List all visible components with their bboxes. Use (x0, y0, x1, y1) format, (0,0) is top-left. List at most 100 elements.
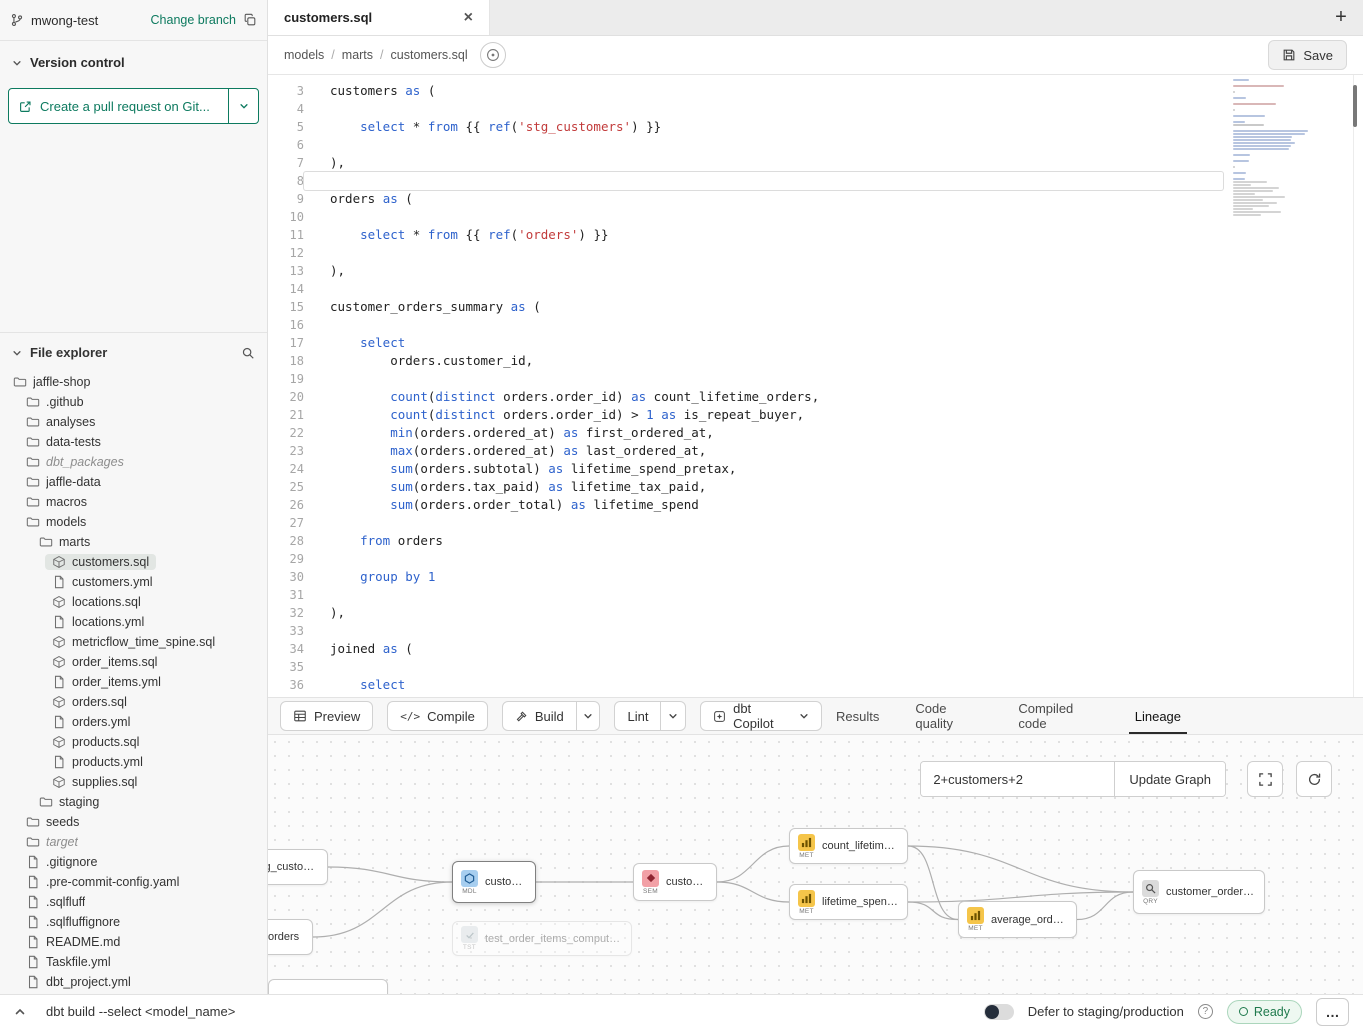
file-tree-item[interactable]: Taskfile.yml (0, 952, 267, 972)
file-tree-item[interactable]: data-tests (0, 432, 267, 452)
build-dropdown[interactable] (577, 702, 600, 730)
panel-tab-code-quality[interactable]: Code quality (915, 698, 982, 734)
file-tree-item[interactable]: README.md (0, 932, 267, 952)
code-line[interactable]: 8 (268, 172, 1363, 190)
code-line[interactable]: 20 count(distinct orders.order_id) as co… (268, 388, 1363, 406)
lint-button[interactable]: Lint (615, 702, 661, 730)
chevron-down-icon[interactable] (12, 348, 22, 358)
change-branch-link[interactable]: Change branch (151, 13, 236, 27)
file-tree-item[interactable]: jaffle-shop (0, 372, 267, 392)
file-tree-item[interactable]: products.yml (0, 752, 267, 772)
copilot-button[interactable]: dbt Copilot (700, 701, 822, 731)
file-tree-item[interactable]: customers.sql (0, 552, 267, 572)
lineage-node-test_node[interactable]: TSTtest_order_items_compute_to_bools... (452, 921, 632, 956)
lineage-node-customers_sem[interactable]: SEMcustomers (633, 863, 717, 901)
lineage-selector-input[interactable] (921, 762, 1115, 796)
new-tab-button[interactable]: + (1319, 0, 1363, 35)
close-icon[interactable]: × (464, 10, 473, 26)
more-menu-button[interactable]: … (1316, 998, 1349, 1026)
code-line[interactable]: 3customers as ( (268, 82, 1363, 100)
code-line[interactable]: 11 select * from {{ ref('orders') }} (268, 226, 1363, 244)
code-line[interactable]: 34joined as ( (268, 640, 1363, 658)
file-tree-item[interactable]: models (0, 512, 267, 532)
refresh-button[interactable] (1296, 761, 1332, 797)
copy-icon[interactable] (243, 13, 257, 27)
code-line[interactable]: 29 (268, 550, 1363, 568)
fullscreen-button[interactable] (1247, 761, 1283, 797)
file-tree-item[interactable]: order_items.sql (0, 652, 267, 672)
code-line[interactable]: 32), (268, 604, 1363, 622)
code-line[interactable]: 14 (268, 280, 1363, 298)
file-tree-item[interactable]: marts (0, 532, 267, 552)
file-tree-item[interactable]: dbt_project.yml (0, 972, 267, 992)
breadcrumb-models[interactable]: models (284, 48, 324, 62)
defer-toggle[interactable] (984, 1004, 1014, 1020)
file-tree-item[interactable]: staging (0, 792, 267, 812)
code-line[interactable]: 17 select (268, 334, 1363, 352)
code-line[interactable]: 19 (268, 370, 1363, 388)
code-line[interactable]: 36 select (268, 676, 1363, 694)
code-line[interactable]: 24 sum(orders.subtotal) as lifetime_spen… (268, 460, 1363, 478)
chevron-down-icon[interactable] (12, 58, 22, 68)
file-tree-item[interactable]: .sqlfluff (0, 892, 267, 912)
file-tree-item[interactable]: orders.yml (0, 712, 267, 732)
file-tree-item[interactable]: seeds (0, 812, 267, 832)
code-line[interactable]: 12 (268, 244, 1363, 262)
minimap[interactable] (1233, 79, 1313, 217)
preview-button[interactable]: Preview (280, 701, 373, 731)
lineage-node-lifetime_spend_pretax[interactable]: METlifetime_spend_pretax (789, 884, 908, 920)
file-tree-item[interactable]: order_items.yml (0, 672, 267, 692)
search-icon[interactable] (241, 346, 255, 360)
file-tree-item[interactable]: macros (0, 492, 267, 512)
breadcrumb-marts[interactable]: marts (342, 48, 373, 62)
file-tree-item[interactable]: supplies.sql (0, 772, 267, 792)
file-tree-item[interactable]: jaffle-data (0, 472, 267, 492)
file-tree-item[interactable]: dbt_packages (0, 452, 267, 472)
code-line[interactable]: 7), (268, 154, 1363, 172)
code-line[interactable]: 35 (268, 658, 1363, 676)
file-tree-item[interactable]: locations.sql (0, 592, 267, 612)
lineage-node-customer_order_metrics[interactable]: QRYcustomer_order_metrics (1133, 870, 1265, 914)
info-icon[interactable]: ? (1198, 1004, 1213, 1019)
panel-tab-lineage[interactable]: Lineage (1135, 698, 1181, 734)
code-line[interactable]: 6 (268, 136, 1363, 154)
panel-tab-compiled-code[interactable]: Compiled code (1018, 698, 1098, 734)
file-tree-item[interactable]: locations.yml (0, 612, 267, 632)
lineage-node-orders[interactable]: MDLorders (268, 919, 313, 955)
code-line[interactable]: 33 (268, 622, 1363, 640)
code-line[interactable]: 9orders as ( (268, 190, 1363, 208)
code-line[interactable]: 31 (268, 586, 1363, 604)
panel-tab-results[interactable]: Results (836, 698, 879, 734)
lineage-node-partial_node[interactable] (268, 979, 388, 994)
code-line[interactable]: 25 sum(orders.tax_paid) as lifetime_tax_… (268, 478, 1363, 496)
breadcrumb-file[interactable]: customers.sql (391, 48, 468, 62)
file-tree-item[interactable]: metricflow_time_spine.sql (0, 632, 267, 652)
scrollbar-thumb[interactable] (1353, 85, 1357, 127)
save-button[interactable]: Save (1268, 40, 1347, 70)
dbt-logo-button[interactable] (480, 42, 506, 68)
code-line[interactable]: 13), (268, 262, 1363, 280)
tab-customers-sql[interactable]: customers.sql × (268, 0, 490, 35)
code-line[interactable]: 16 (268, 316, 1363, 334)
code-line[interactable]: 26 sum(orders.order_total) as lifetime_s… (268, 496, 1363, 514)
create-pr-button[interactable]: Create a pull request on Git... (9, 89, 228, 123)
file-tree-item[interactable]: customers.yml (0, 572, 267, 592)
update-graph-button[interactable]: Update Graph (1115, 762, 1225, 796)
lineage-node-customers_mdl[interactable]: MDLcustomers (452, 861, 536, 903)
code-line[interactable]: 23 max(orders.ordered_at) as last_ordere… (268, 442, 1363, 460)
code-line[interactable]: 15customer_orders_summary as ( (268, 298, 1363, 316)
compile-button[interactable]: </> Compile (387, 701, 488, 731)
lineage-node-count_lifetime_orders[interactable]: METcount_lifetime_orders (789, 828, 908, 864)
file-tree-item[interactable]: .github (0, 392, 267, 412)
lineage-node-average_order_value[interactable]: METaverage_order_value (958, 901, 1077, 938)
build-button[interactable]: Build (503, 702, 577, 730)
code-line[interactable]: 22 min(orders.ordered_at) as first_order… (268, 424, 1363, 442)
code-line[interactable]: 18 orders.customer_id, (268, 352, 1363, 370)
file-tree-item[interactable]: target (0, 832, 267, 852)
file-tree-item[interactable]: .sqlfluffignore (0, 912, 267, 932)
code-line[interactable]: 30 group by 1 (268, 568, 1363, 586)
file-tree-item[interactable]: .pre-commit-config.yaml (0, 872, 267, 892)
lineage-node-stg_customers[interactable]: MDLstg_customers (268, 849, 328, 885)
code-line[interactable]: 5 select * from {{ ref('stg_customers') … (268, 118, 1363, 136)
scrollbar-track[interactable] (1353, 75, 1354, 697)
